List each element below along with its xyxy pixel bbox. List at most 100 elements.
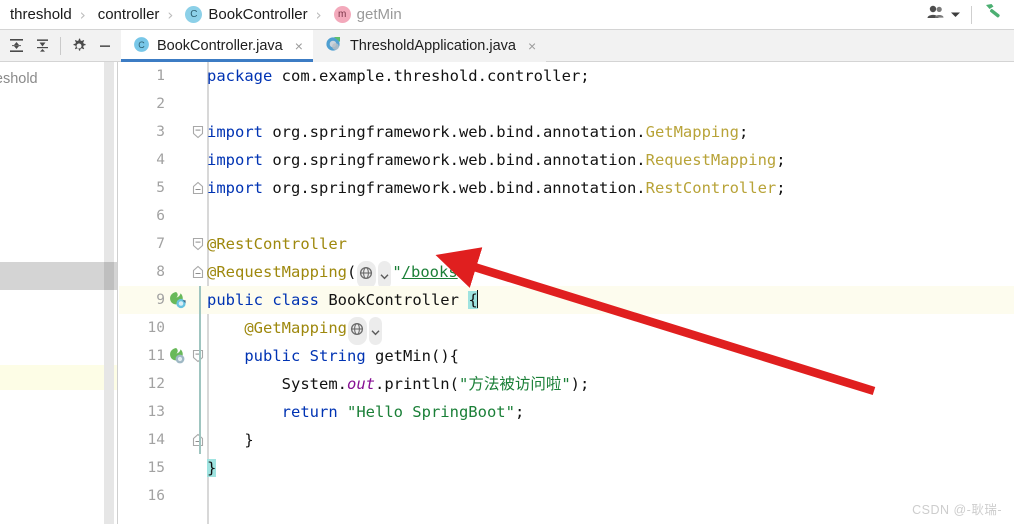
import-package: org.springframework.web.bind.annotation. <box>263 123 646 141</box>
spring-bean-gutter-icon[interactable] <box>167 290 187 310</box>
keyword-import: import <box>207 151 263 169</box>
fold-collapse-icon[interactable] <box>191 236 205 252</box>
import-class: RequestMapping <box>645 151 777 169</box>
build-hammer-icon[interactable] <box>982 1 1004 28</box>
code-line[interactable]: 12 System.out.println("方法被访问啦"); <box>119 370 1014 398</box>
code-editor[interactable]: 1 package com.example.threshold.controll… <box>119 62 1014 524</box>
string-literal-chinese: "方法被访问啦" <box>458 375 571 393</box>
fold-end-icon[interactable] <box>191 264 205 280</box>
keyword-import: import <box>207 123 263 141</box>
tab-label: ThresholdApplication.java <box>349 38 516 54</box>
close-icon[interactable]: × <box>295 38 303 54</box>
code-line[interactable]: 8 @RequestMapping("/books") <box>119 258 1014 289</box>
minimize-icon[interactable] <box>93 34 117 58</box>
annotation-requestmapping: @RequestMapping <box>207 263 347 281</box>
code-line[interactable]: 16 <box>119 482 1014 510</box>
chevron-down-icon[interactable] <box>368 317 382 345</box>
collapse-all-icon[interactable] <box>4 34 28 58</box>
tool-window-buttons <box>0 30 121 61</box>
code-line[interactable]: 2 <box>119 90 1014 118</box>
line-number: 6 <box>156 208 165 224</box>
tab-label: BookController.java <box>157 38 283 54</box>
code-line[interactable]: 14 } <box>119 426 1014 454</box>
project-tree-highlight-row[interactable] <box>0 365 117 390</box>
spring-bean-gutter-icon[interactable] <box>167 346 187 366</box>
line-content: public String getMin(){ <box>207 342 459 370</box>
code-line[interactable]: 5 import org.springframework.web.bind.an… <box>119 174 1014 202</box>
line-content: @RestController <box>207 230 347 258</box>
breadcrumb-item-getmin[interactable]: m getMin <box>324 6 402 23</box>
line-content: } <box>207 426 253 454</box>
code-line[interactable]: 3 import org.springframework.web.bind.an… <box>119 118 1014 146</box>
structure-indent-line <box>199 370 201 398</box>
semicolon: ; <box>738 123 749 141</box>
string-literal-hello: "Hello SpringBoot" <box>337 403 515 421</box>
semicolon: ; <box>776 151 786 169</box>
sidebar-scrollbar-thumb[interactable] <box>104 262 114 290</box>
class-badge-c-icon: C <box>185 6 203 23</box>
breadcrumb-label: controller <box>97 6 160 23</box>
toolbar-divider <box>971 5 972 24</box>
code-line[interactable]: 7 @RestController <box>119 230 1014 258</box>
breadcrumb-item-controller[interactable]: controller <box>88 6 160 23</box>
line-number: 11 <box>147 348 165 364</box>
breadcrumb-label: getMin <box>356 6 402 23</box>
fold-end-icon[interactable] <box>191 180 205 196</box>
structure-indent-line <box>199 342 201 370</box>
line-content: import org.springframework.web.bind.anno… <box>207 146 786 174</box>
fold-end-icon[interactable] <box>191 432 205 448</box>
statement-end: ; <box>514 403 525 421</box>
line-number: 14 <box>147 432 165 448</box>
users-icon[interactable] <box>926 4 946 25</box>
breadcrumb-item-bookcontroller[interactable]: C BookController <box>175 6 308 23</box>
tab-thresholdapplication-java[interactable]: ThresholdApplication.java × <box>312 30 547 62</box>
code-line[interactable]: 15 } <box>119 454 1014 482</box>
semicolon: ; <box>776 179 786 197</box>
web-globe-gutter-icon[interactable] <box>357 261 377 289</box>
project-tree-truncated-label: hreshold <box>0 71 38 87</box>
breadcrumb-bar: threshold › controller › C BookControlle… <box>0 0 1014 30</box>
code-line[interactable]: 6 <box>119 202 1014 230</box>
import-package: org.springframework.web.bind.annotation. <box>263 151 646 169</box>
keyword-import: import <box>207 179 263 197</box>
chevron-down-icon[interactable] <box>378 261 392 289</box>
code-line[interactable]: 1 package com.example.threshold.controll… <box>119 62 1014 90</box>
tab-bookcontroller-java[interactable]: C BookController.java × <box>121 30 313 62</box>
fold-collapse-icon[interactable] <box>191 124 205 140</box>
statement-end: ); <box>570 375 590 393</box>
code-line-current[interactable]: 9 public class BookController { <box>119 286 1014 314</box>
code-line[interactable]: 13 return "Hello SpringBoot"; <box>119 398 1014 426</box>
line-number: 4 <box>156 152 165 168</box>
method-signature-rest: (){ <box>430 347 459 365</box>
method-name-getmin: getMin <box>374 347 431 365</box>
chevron-down-icon[interactable] <box>950 6 961 24</box>
structure-indent-line <box>199 286 201 314</box>
line-number: 13 <box>147 404 165 420</box>
settings-gear-icon[interactable] <box>67 34 91 58</box>
code-line[interactable]: 11 public String getMin(){ <box>119 342 1014 370</box>
line-content: import org.springframework.web.bind.anno… <box>207 118 748 146</box>
type-string: String <box>300 347 375 365</box>
line-content: package com.example.threshold.controller… <box>207 62 590 90</box>
import-class: GetMapping <box>645 123 739 141</box>
expand-all-icon[interactable] <box>30 34 54 58</box>
paren-close: ) <box>467 263 477 281</box>
class-name-bookcontroller: BookController <box>328 291 459 309</box>
request-mapping-path[interactable]: /books <box>402 263 458 281</box>
annotation-getmapping: @GetMapping <box>244 319 347 337</box>
line-content: return "Hello SpringBoot"; <box>207 398 525 426</box>
web-globe-gutter-icon[interactable] <box>347 317 367 345</box>
fold-collapse-icon[interactable] <box>191 348 205 364</box>
close-icon[interactable]: × <box>528 38 536 54</box>
paren-open: ( <box>346 263 357 281</box>
structure-indent-line <box>199 426 201 454</box>
breadcrumb-item-threshold[interactable]: threshold <box>0 6 72 23</box>
line-number: 9 <box>156 292 165 308</box>
breadcrumb-separator: › <box>315 5 322 24</box>
project-tree-selected-row[interactable] <box>0 262 117 290</box>
sidebar-scrollbar-track[interactable] <box>104 62 114 524</box>
code-line[interactable]: 4 import org.springframework.web.bind.an… <box>119 146 1014 174</box>
project-tree-sidebar[interactable]: hreshold <box>0 62 118 524</box>
code-line[interactable]: 10 @GetMapping <box>119 314 1014 345</box>
spring-boot-app-icon <box>325 35 343 57</box>
